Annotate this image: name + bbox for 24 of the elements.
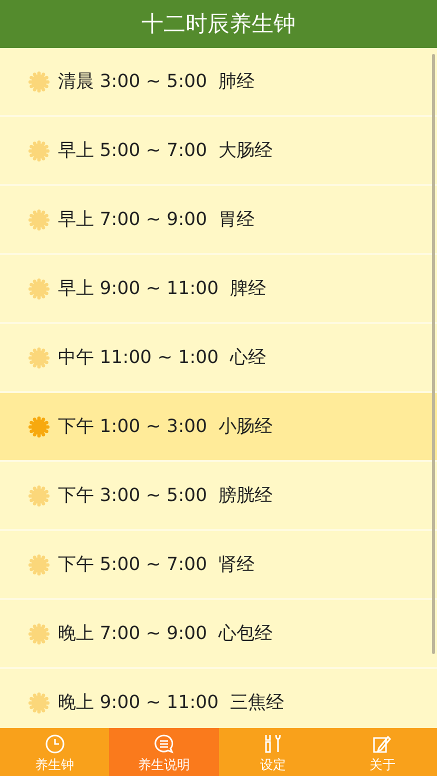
period-label: 晚上 9:00 ~ 11:00 三焦经 [58,691,284,715]
period-label: 晚上 7:00 ~ 9:00 心包经 [58,622,273,646]
sun-icon [28,278,50,300]
period-label: 下午 3:00 ~ 5:00 膀胱经 [58,484,273,508]
sun-icon [28,140,50,162]
sun-icon [28,622,50,644]
sun-icon [28,692,50,714]
period-label: 中午 11:00 ~ 1:00 心经 [58,346,266,370]
sun-icon [28,554,50,576]
sun-icon [28,346,50,368]
period-label: 早上 7:00 ~ 9:00 胃经 [58,208,255,232]
period-label: 下午 1:00 ~ 3:00 小肠经 [58,415,273,439]
sun-icon [28,484,50,506]
sun-icon [28,416,50,438]
period-row[interactable]: 下午 1:00 ~ 3:00 小肠经 [0,393,437,462]
period-label: 早上 9:00 ~ 11:00 脾经 [58,277,266,301]
sun-icon [28,70,50,92]
clock-icon [42,732,67,756]
app-title: 十二时辰养生钟 [142,10,296,38]
chat-icon [152,732,176,756]
period-label: 清晨 3:00 ~ 5:00 肺经 [58,70,255,94]
period-label: 早上 5:00 ~ 7:00 大肠经 [58,139,273,163]
sun-icon [28,208,50,230]
period-label: 下午 5:00 ~ 7:00 肾经 [58,553,255,577]
